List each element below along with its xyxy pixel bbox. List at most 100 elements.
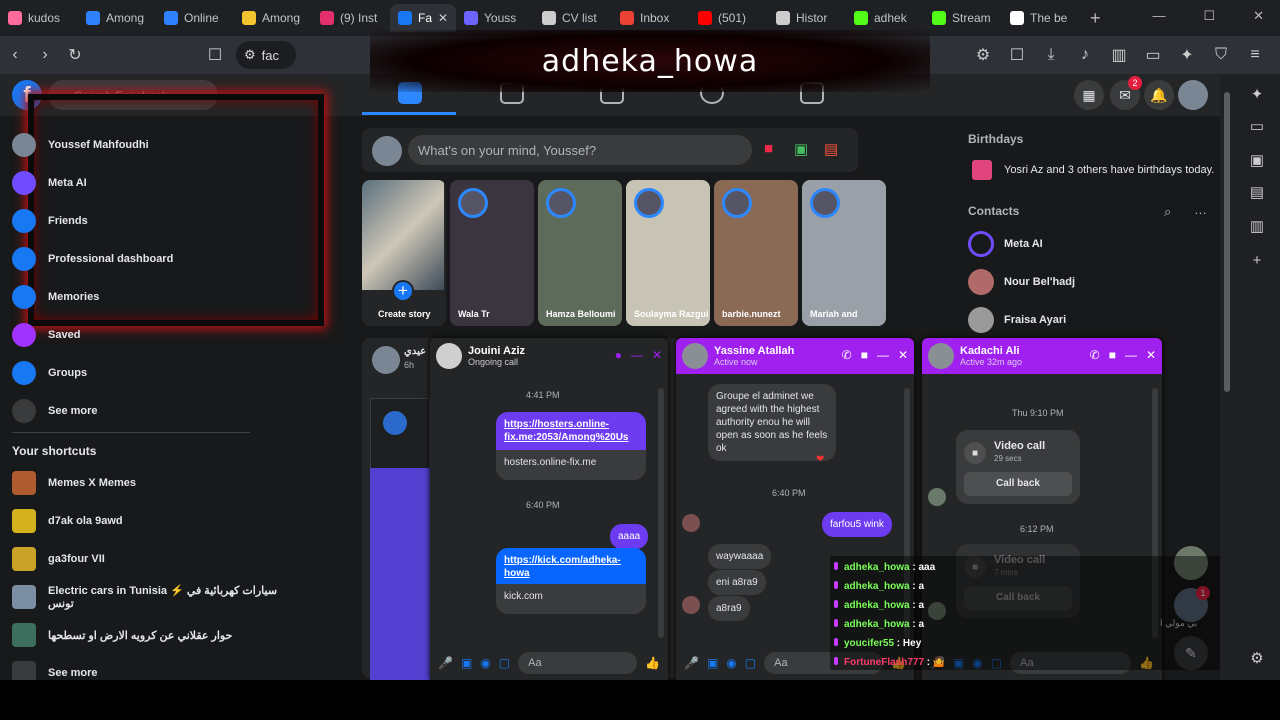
phone-icon[interactable]: ✆: [842, 348, 852, 362]
reel-icon[interactable]: ▤: [824, 140, 838, 158]
browser-tab[interactable]: adhek: [846, 4, 924, 32]
message-input[interactable]: Aa: [518, 652, 638, 674]
shortcut-item[interactable]: ga3four VII: [12, 542, 302, 576]
media-icon[interactable]: ▭: [1247, 116, 1267, 136]
sidebar-item[interactable]: Meta AI: [12, 166, 302, 200]
maximize-icon[interactable]: ☐: [1203, 8, 1215, 24]
minimize-chat-icon[interactable]: —: [631, 348, 643, 362]
photo-icon[interactable]: ▣: [794, 140, 808, 158]
avatar[interactable]: [928, 343, 954, 369]
wallet-icon[interactable]: ▭: [1138, 40, 1168, 70]
music-icon[interactable]: ♪: [1070, 40, 1100, 70]
video-icon[interactable]: ■: [1109, 348, 1116, 362]
browser-tab[interactable]: Online: [156, 4, 234, 32]
minimize-chat-icon[interactable]: —: [1125, 348, 1137, 362]
account-avatar[interactable]: [1178, 80, 1208, 110]
page-scrollbar[interactable]: [1220, 74, 1234, 680]
gif-icon[interactable]: ▢: [745, 656, 756, 670]
shield-icon[interactable]: ⛉: [1206, 40, 1236, 70]
settings-icon[interactable]: ⚙: [1247, 648, 1267, 668]
sidebar-item[interactable]: Groups: [12, 356, 302, 390]
bookmark-icon[interactable]: ☐: [200, 40, 230, 70]
close-chat-icon[interactable]: ✕: [1146, 348, 1156, 362]
address-bar[interactable]: ⚙ fac: [236, 41, 296, 69]
chat-scrollbar[interactable]: [658, 388, 664, 638]
tab-search-icon[interactable]: ☐: [1002, 40, 1032, 70]
browser-tab[interactable]: Among: [78, 4, 156, 32]
sticker-icon[interactable]: ◉: [726, 656, 736, 670]
wallet-icon[interactable]: ▣: [1247, 150, 1267, 170]
browser-tab[interactable]: kudos: [0, 4, 78, 32]
avatar[interactable]: [436, 343, 462, 369]
chat-title[interactable]: Yassine Atallah Active now: [714, 345, 794, 368]
call-back-button[interactable]: Call back: [964, 472, 1072, 496]
sidebar-item[interactable]: Memories: [12, 280, 302, 314]
close-tab-icon[interactable]: ✕: [438, 11, 448, 25]
live-video-icon[interactable]: ■: [764, 140, 773, 157]
browser-tab[interactable]: Among: [234, 4, 312, 32]
video-icon[interactable]: ■: [861, 348, 868, 362]
link-message[interactable]: https://hosters.online-fix.me:2053/Among…: [496, 412, 646, 450]
sidebar-item[interactable]: Professional dashboard: [12, 242, 302, 276]
shortcut-item[interactable]: حوار عقلاني عن كرويه الارض او تسطحها: [12, 618, 302, 652]
birthday-text[interactable]: Yosri Az and 3 others have birthdays tod…: [1004, 164, 1214, 176]
reload-icon[interactable]: ↻: [60, 40, 90, 70]
browser-tab[interactable]: The be: [1002, 4, 1080, 32]
search-icon[interactable]: ⌕: [1164, 204, 1171, 220]
downloads-icon[interactable]: ⤓: [1036, 40, 1066, 70]
new-tab-button[interactable]: +: [1080, 8, 1111, 29]
forward-icon[interactable]: ›: [30, 40, 60, 70]
more-options-icon[interactable]: …: [1194, 202, 1207, 217]
chat-title[interactable]: Jouini Aziz Ongoing call: [468, 345, 525, 368]
chat-title[interactable]: Kadachi Ali Active 32m ago: [960, 345, 1022, 368]
scrollbar-thumb[interactable]: [1224, 92, 1230, 392]
photo-icon[interactable]: ▣: [461, 656, 472, 670]
close-chat-icon[interactable]: ✕: [898, 348, 908, 362]
shortcut-item[interactable]: Electric cars in Tunisia ⚡ سيارات كهربائ…: [12, 580, 302, 614]
back-icon[interactable]: ‹: [0, 40, 30, 70]
sidebar-item[interactable]: See more: [12, 394, 302, 428]
sidebar-item[interactable]: Youssef Mahfoudhi: [12, 128, 302, 162]
create-story-plus-icon[interactable]: +: [392, 280, 414, 302]
contact-item[interactable]: Fraisa Ayari: [968, 304, 1066, 336]
minimize-icon[interactable]: —: [1152, 8, 1165, 24]
phone-icon[interactable]: ✆: [1090, 348, 1100, 362]
browser-tab[interactable]: (9) Inst: [312, 4, 390, 32]
browser-tab[interactable]: CV list: [534, 4, 612, 32]
ai-icon[interactable]: ✦: [1247, 84, 1267, 104]
shortcut-item[interactable]: d7ak ola 9awd: [12, 504, 302, 538]
sidebar-icon[interactable]: ▥: [1104, 40, 1134, 70]
ai-icon[interactable]: ✦: [1172, 40, 1202, 70]
shortcut-item[interactable]: See more: [12, 656, 302, 680]
add-icon[interactable]: +: [1247, 250, 1267, 270]
close-window-icon[interactable]: ✕: [1253, 8, 1264, 24]
sidebar-item[interactable]: Saved: [12, 318, 302, 352]
minimize-chat-icon[interactable]: —: [877, 348, 889, 362]
contact-item[interactable]: Nour Bel'hadj: [968, 266, 1075, 298]
story-card[interactable]: Hamza Belloumi: [538, 180, 622, 326]
story-card[interactable]: Wala Tr: [450, 180, 534, 326]
contact-item[interactable]: Meta AI: [968, 228, 1043, 260]
microphone-icon[interactable]: 🎤: [438, 656, 453, 670]
message-link[interactable]: https://hosters.online-fix.me:2053/Among…: [504, 419, 629, 443]
story-card[interactable]: + Create story: [362, 180, 446, 326]
sticker-icon[interactable]: ◉: [480, 656, 490, 670]
microphone-icon[interactable]: 🎤: [684, 656, 699, 670]
browser-tab[interactable]: Youss: [456, 4, 534, 32]
extensions-icon[interactable]: ⚙: [968, 40, 998, 70]
link-message[interactable]: https://kick.com/adheka-howa: [496, 548, 646, 586]
shortcut-item[interactable]: Memes X Memes: [12, 466, 302, 500]
browser-tab[interactable]: (501): [690, 4, 768, 32]
avatar[interactable]: [682, 343, 708, 369]
notifications-icon[interactable]: 🔔: [1144, 80, 1174, 110]
browser-tab[interactable]: Inbox: [612, 4, 690, 32]
sidebar-item[interactable]: Friends: [12, 204, 302, 238]
message-link[interactable]: https://kick.com/adheka-howa: [504, 555, 621, 579]
browser-tab[interactable]: Fa ✕: [390, 4, 456, 32]
gif-icon[interactable]: ▢: [499, 656, 510, 670]
composer-input[interactable]: What's on your mind, Youssef?: [408, 135, 752, 165]
photo-icon[interactable]: ▣: [707, 656, 718, 670]
bookmarks-icon[interactable]: ▤: [1247, 182, 1267, 202]
menu-grid-icon[interactable]: ▦: [1074, 80, 1104, 110]
story-card[interactable]: Soulayma Razgui: [626, 180, 710, 326]
